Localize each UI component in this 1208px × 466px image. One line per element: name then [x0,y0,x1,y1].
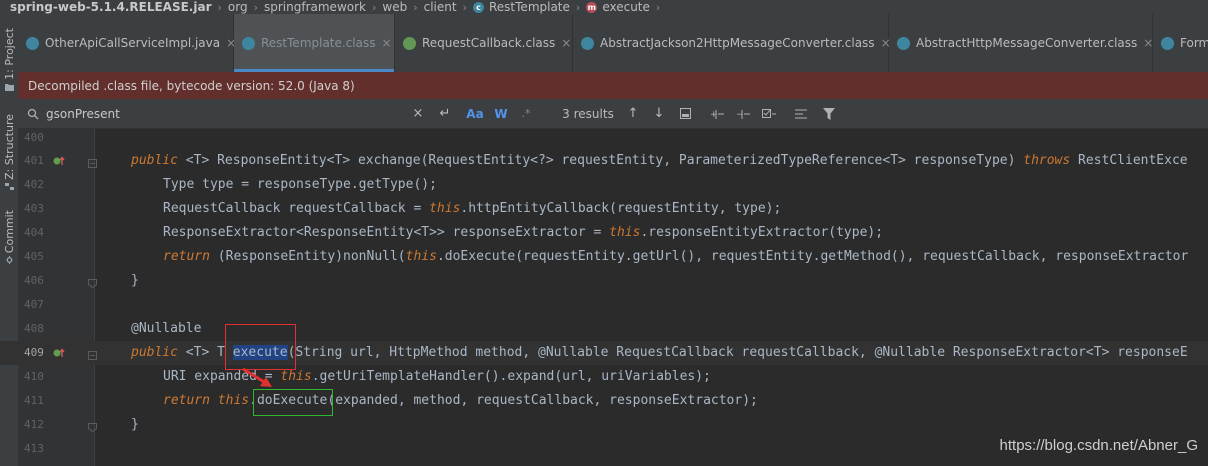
left-tool-strip: 1: Project Z: Structure Commit [0,14,19,466]
tab-label: AbstractJackson2HttpMessageConverter.cla… [600,36,875,50]
structure-tool-label: Z: Structure [2,114,16,180]
chevron-right-icon: › [217,0,222,14]
watermark: https://blog.csdn.net/Abner_G [999,437,1198,454]
project-tool-tab[interactable]: 1: Project [0,28,18,91]
tab-label: Form [1180,36,1208,50]
code-line: 404 ResponseExtractor<ResponseEntity<T>>… [0,221,1208,245]
structure-icon [4,182,14,190]
code-text: RequestCallback requestCallback = this.h… [163,201,782,216]
arrow-up-icon[interactable]: ↑ [624,99,642,128]
code-text: ResponseExtractor<ResponseEntity<T>> res… [163,225,884,240]
add-occurrence-icon[interactable]: + [708,99,726,128]
editor-tabs: OtherApiCallServiceImpl.java × RestTempl… [18,14,1208,72]
tab-other-api-call-service-impl[interactable]: OtherApiCallServiceImpl.java × [18,14,236,72]
code-line: 405 return (ResponseEntity)nonNull(this.… [0,245,1208,269]
code-line: 400 [0,126,1208,150]
match-case-toggle[interactable]: Aa [464,99,486,128]
select-all-occurrences-icon[interactable] [760,99,778,128]
code-line: 402 Type type = responseType.getType(); [0,173,1208,197]
tab-label: OtherApiCallServiceImpl.java [45,36,221,50]
filter-icon[interactable] [820,99,838,128]
commit-icon [6,256,12,265]
annotation-arrow-icon [242,367,272,387]
arrow-down-icon[interactable]: ↓ [650,99,668,128]
breadcrumb-client[interactable]: client [424,0,457,14]
filter-options-icon[interactable] [792,99,810,128]
code-line: 411 return this.doExecute(expanded, meth… [0,389,1208,413]
chevron-right-icon: › [655,0,661,14]
new-line-icon[interactable]: ↵ [436,99,454,128]
tab-request-callback[interactable]: RequestCallback.class × [395,14,573,72]
chevron-right-icon: › [253,0,258,14]
code-line: 408 @Nullable [0,317,1208,341]
abstract-class-icon [581,36,594,50]
commit-tool-label: Commit [2,210,16,254]
code-line: 412 } [0,413,1208,437]
folder-icon [4,83,14,91]
code-line-current: 409 public <T> T execute(String url, Htt… [0,341,1208,365]
class-icon: c [473,1,484,13]
breadcrumb-jar[interactable]: spring-web-5.1.4.RELEASE.jar [10,0,212,14]
tab-rest-template[interactable]: RestTemplate.class × [234,14,395,72]
class-icon [1161,36,1174,50]
code-text: @Nullable [131,321,202,336]
annotation-red-box [225,324,296,370]
class-icon [242,36,255,50]
breadcrumb-resttemplate[interactable]: RestTemplate [489,0,570,14]
code-line: 410 URI expanded = this.getUriTemplateHa… [0,365,1208,389]
chevron-right-icon: › [575,0,581,14]
search-icon[interactable] [24,99,42,128]
breadcrumb: spring-web-5.1.4.RELEASE.jar › org › spr… [0,0,1208,14]
search-results-count: 3 results [562,106,614,121]
abstract-class-icon [897,36,910,50]
banner-text: Decompiled .class file, bytecode version… [28,78,355,93]
tab-label: RequestCallback.class [422,36,556,50]
project-tool-label: 1: Project [2,28,16,80]
whole-words-toggle[interactable]: W [492,99,510,128]
breadcrumb-execute[interactable]: execute [602,0,650,14]
regex-toggle[interactable]: .* [518,99,534,128]
search-query: gsonPresent [46,106,120,121]
code-line: 407 [0,293,1208,317]
chevron-right-icon: › [371,0,377,14]
find-bar: gsonPresent × ↵ Aa W .* 3 results ↑ ↓ + … [18,99,1208,129]
code-line: 403 RequestCallback requestCallback = th… [0,197,1208,221]
code-line: 401 public <T> ResponseEntity<T> exchang… [0,149,1208,173]
tab-abstract-jackson2[interactable]: AbstractJackson2HttpMessageConverter.cla… [573,14,891,72]
chevron-right-icon: › [462,0,467,14]
editor-gutter [18,128,95,466]
tab-abstract-http-message-converter[interactable]: AbstractHttpMessageConverter.class × [889,14,1153,72]
search-input[interactable]: gsonPresent [46,99,406,128]
structure-tool-tab[interactable]: Z: Structure [0,114,18,191]
method-icon: m [586,1,598,13]
code-line: 406 } [0,269,1208,293]
decompiled-banner: Decompiled .class file, bytecode version… [18,72,1208,99]
annotation-green-box [253,389,333,416]
code-text: Type type = responseType.getType(); [163,177,437,192]
open-in-window-icon[interactable] [676,99,694,128]
breadcrumb-org[interactable]: org [228,0,248,14]
chevron-right-icon: › [413,0,418,14]
tab-label: RestTemplate.class [261,36,376,50]
close-icon[interactable]: × [1143,36,1153,50]
code-text: public <T> ResponseEntity<T> exchange(Re… [131,153,1188,168]
breadcrumb-springframework[interactable]: springframework [264,0,366,14]
code-text: } [131,417,139,432]
tab-label: AbstractHttpMessageConverter.class [916,36,1138,50]
interface-icon [403,36,416,50]
breadcrumb-web[interactable]: web [382,0,407,14]
close-icon[interactable]: × [382,36,392,50]
remove-occurrence-icon[interactable]: − [734,99,752,128]
commit-tool-tab[interactable]: Commit [0,210,18,265]
clear-search-icon[interactable]: × [410,99,426,128]
code-text: } [131,273,139,288]
close-icon[interactable]: × [561,36,571,50]
code-text: return (ResponseEntity)nonNull(this.doEx… [163,249,1189,264]
tab-form[interactable]: Form [1153,14,1208,72]
class-icon [26,36,39,50]
